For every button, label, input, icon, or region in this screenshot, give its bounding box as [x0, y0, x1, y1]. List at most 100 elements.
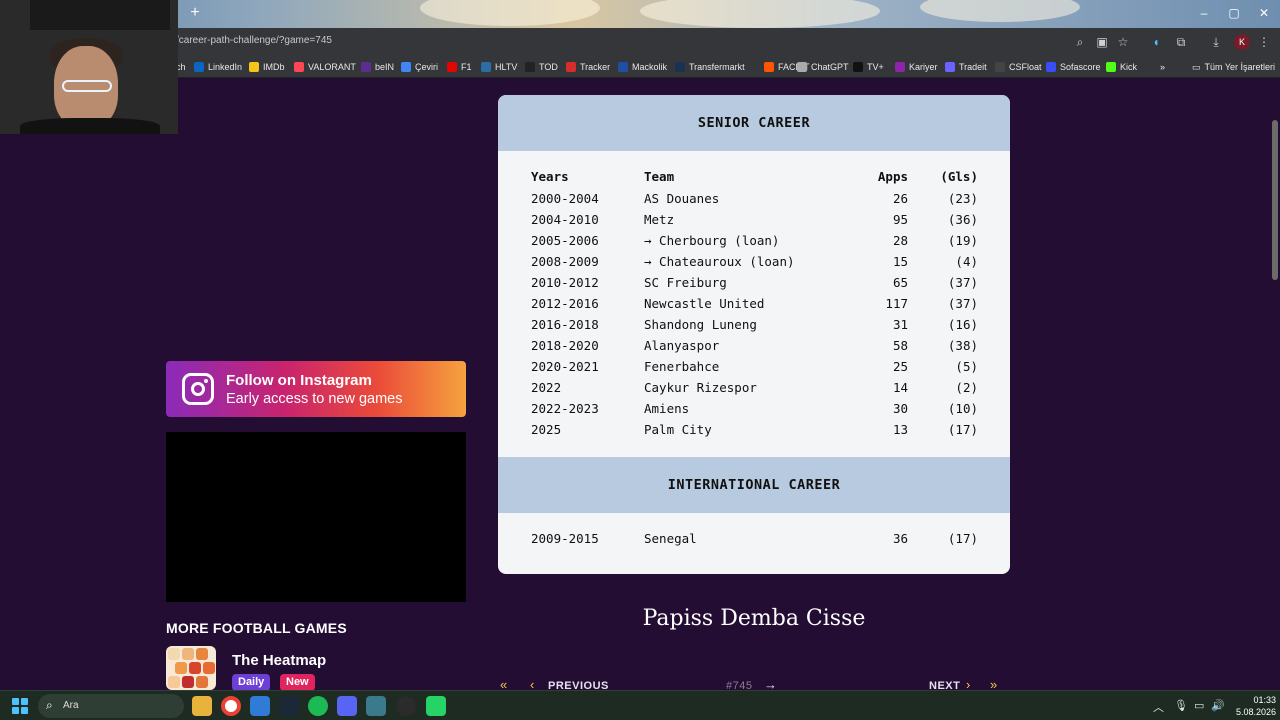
col-goals: (Gls) — [940, 169, 978, 184]
bookmark-item[interactable]: Tradeit — [945, 60, 987, 74]
steam-icon[interactable] — [279, 696, 299, 716]
row-team: Alanyaspor — [644, 338, 720, 353]
bookmark-item[interactable]: ChatGPT — [797, 60, 849, 74]
taskbar-search[interactable]: ⌕ Ara — [38, 694, 184, 718]
windows-start-icon[interactable] — [12, 698, 28, 714]
bookmark-item[interactable]: Kariyer — [895, 60, 938, 74]
zoom-icon[interactable]: ⌕ — [1072, 34, 1088, 50]
file-explorer-icon[interactable] — [192, 696, 212, 716]
video-player[interactable] — [166, 432, 466, 602]
career-row: 2022-2023 Amiens 30 (10) — [498, 399, 1010, 419]
read-aloud-icon[interactable]: ◖ — [1148, 34, 1164, 50]
app-icon[interactable] — [366, 696, 386, 716]
row-years: 2009-2015 — [531, 531, 599, 546]
minimize-button[interactable]: – — [1194, 5, 1214, 21]
menu-dots-icon[interactable]: ⋮ — [1256, 34, 1272, 50]
bookmark-item[interactable]: Kick — [1106, 60, 1137, 74]
career-column-headers: Years Team Apps (Gls) — [498, 167, 1010, 187]
display-icon[interactable]: ▭ — [1194, 699, 1204, 712]
discord-icon[interactable] — [337, 696, 357, 716]
career-row: 2025 Palm City 13 (17) — [498, 420, 1010, 440]
row-apps: 15 — [892, 254, 908, 269]
bookmark-item[interactable]: Mackolik — [618, 60, 667, 74]
mail-icon[interactable] — [250, 696, 270, 716]
bookmark-item[interactable]: TOD — [525, 60, 558, 74]
hex-cell — [189, 662, 201, 674]
bookmark-item[interactable]: beIN — [361, 60, 394, 74]
bookmark-favicon-icon — [618, 62, 628, 72]
bookmark-item[interactable]: TV+ — [853, 60, 884, 74]
bookmark-item[interactable]: CSFloat — [995, 60, 1042, 74]
scrollbar-thumb[interactable] — [1272, 120, 1278, 280]
chrome-icon[interactable] — [221, 696, 241, 716]
bookmark-label: Sofascore — [1060, 62, 1101, 72]
bookmark-item[interactable]: LinkedIn — [194, 60, 242, 74]
row-years: 2016-2018 — [531, 317, 599, 332]
row-goals: (36) — [947, 212, 978, 227]
obs-icon[interactable] — [396, 696, 416, 716]
row-goals: (37) — [947, 296, 978, 311]
webcam-background — [30, 0, 170, 30]
bookmark-favicon-icon — [797, 62, 807, 72]
bookmark-label: HLTV — [495, 62, 518, 72]
hex-cell — [203, 662, 215, 674]
row-team: Newcastle United — [644, 296, 765, 311]
career-row: 2009-2015 Senegal 36 (17) — [498, 529, 1010, 549]
maximize-button[interactable]: ▢ — [1224, 5, 1244, 21]
row-team: Metz — [644, 212, 675, 227]
tray-chevron-icon[interactable]: ︿ — [1153, 699, 1164, 715]
career-row: 2018-2020 Alanyaspor 58 (38) — [498, 336, 1010, 356]
taskbar-clock[interactable]: 01:33 5.08.2026 — [1226, 694, 1276, 718]
row-apps: 95 — [892, 212, 908, 227]
microphone-icon[interactable]: 🎙 — [1174, 699, 1188, 712]
bookmark-item[interactable]: Sofascore — [1046, 60, 1101, 74]
url-field[interactable]: /career-path-challenge/?game=745 — [176, 35, 332, 46]
row-team: SC Freiburg — [644, 275, 727, 290]
whatsapp-icon[interactable] — [426, 696, 446, 716]
row-goals: (17) — [947, 422, 978, 437]
row-goals: (2) — [955, 380, 978, 395]
bookmark-favicon-icon — [525, 62, 535, 72]
game-title-heatmap[interactable]: The Heatmap — [232, 652, 326, 669]
close-window-button[interactable]: ✕ — [1254, 5, 1274, 21]
spotify-icon[interactable] — [308, 696, 328, 716]
career-row: 2022 Caykur Rizespor 14 (2) — [498, 378, 1010, 398]
bookmark-item[interactable]: Transfermarkt — [675, 60, 745, 74]
bookmark-favicon-icon — [945, 62, 955, 72]
extensions-icon[interactable]: ⧉ — [1173, 34, 1189, 50]
install-app-icon[interactable]: ▣ — [1094, 34, 1110, 50]
bookmark-favicon-icon — [481, 62, 491, 72]
bookmark-label: IMDb — [263, 62, 285, 72]
page-scrollbar[interactable] — [1270, 78, 1280, 690]
bookmarks-bar: ch LinkedIn IMDb VALORANT beIN Çeviri F1 HLTV TO… — [0, 56, 1280, 78]
background-cloud — [920, 0, 1080, 22]
bookmark-label: TOD — [539, 62, 558, 72]
all-bookmarks-folder[interactable]: ▭ Tüm Yer İşaretleri — [1192, 60, 1275, 74]
bookmark-label: Mackolik — [632, 62, 668, 72]
bookmark-item[interactable]: IMDb — [249, 60, 285, 74]
volume-icon[interactable]: 🔊 — [1211, 699, 1225, 712]
row-team: → Chateauroux (loan) — [644, 254, 795, 269]
more-bookmarks-icon[interactable]: » — [1160, 60, 1165, 74]
bookmark-item[interactable]: HLTV — [481, 60, 517, 74]
heatmap-thumbnail[interactable] — [166, 646, 216, 690]
instagram-banner[interactable]: Follow on Instagram Early access to new … — [166, 361, 466, 417]
bookmark-item[interactable]: VALORANT — [294, 60, 356, 74]
bookmark-item[interactable]: Tracker — [566, 60, 610, 74]
background-cloud — [640, 0, 880, 28]
bookmark-star-icon[interactable]: ☆ — [1115, 34, 1131, 50]
international-career-header: INTERNATIONAL CAREER — [498, 457, 1010, 513]
address-bar: /career-path-challenge/?game=745 ⌕ ▣ ☆ ◖… — [0, 28, 1280, 56]
profile-avatar[interactable]: K — [1234, 34, 1250, 50]
bookmark-favicon-icon — [1106, 62, 1116, 72]
row-apps: 36 — [892, 531, 908, 546]
row-goals: (23) — [947, 191, 978, 206]
row-years: 2018-2020 — [531, 338, 599, 353]
row-goals: (4) — [955, 254, 978, 269]
instagram-icon — [182, 373, 214, 405]
new-tab-button[interactable]: + — [186, 4, 204, 22]
bookmark-label: VALORANT — [308, 62, 356, 72]
download-icon[interactable]: ⤓ — [1208, 34, 1224, 50]
bookmark-item[interactable]: F1 — [447, 60, 472, 74]
bookmark-item[interactable]: Çeviri — [401, 60, 438, 74]
